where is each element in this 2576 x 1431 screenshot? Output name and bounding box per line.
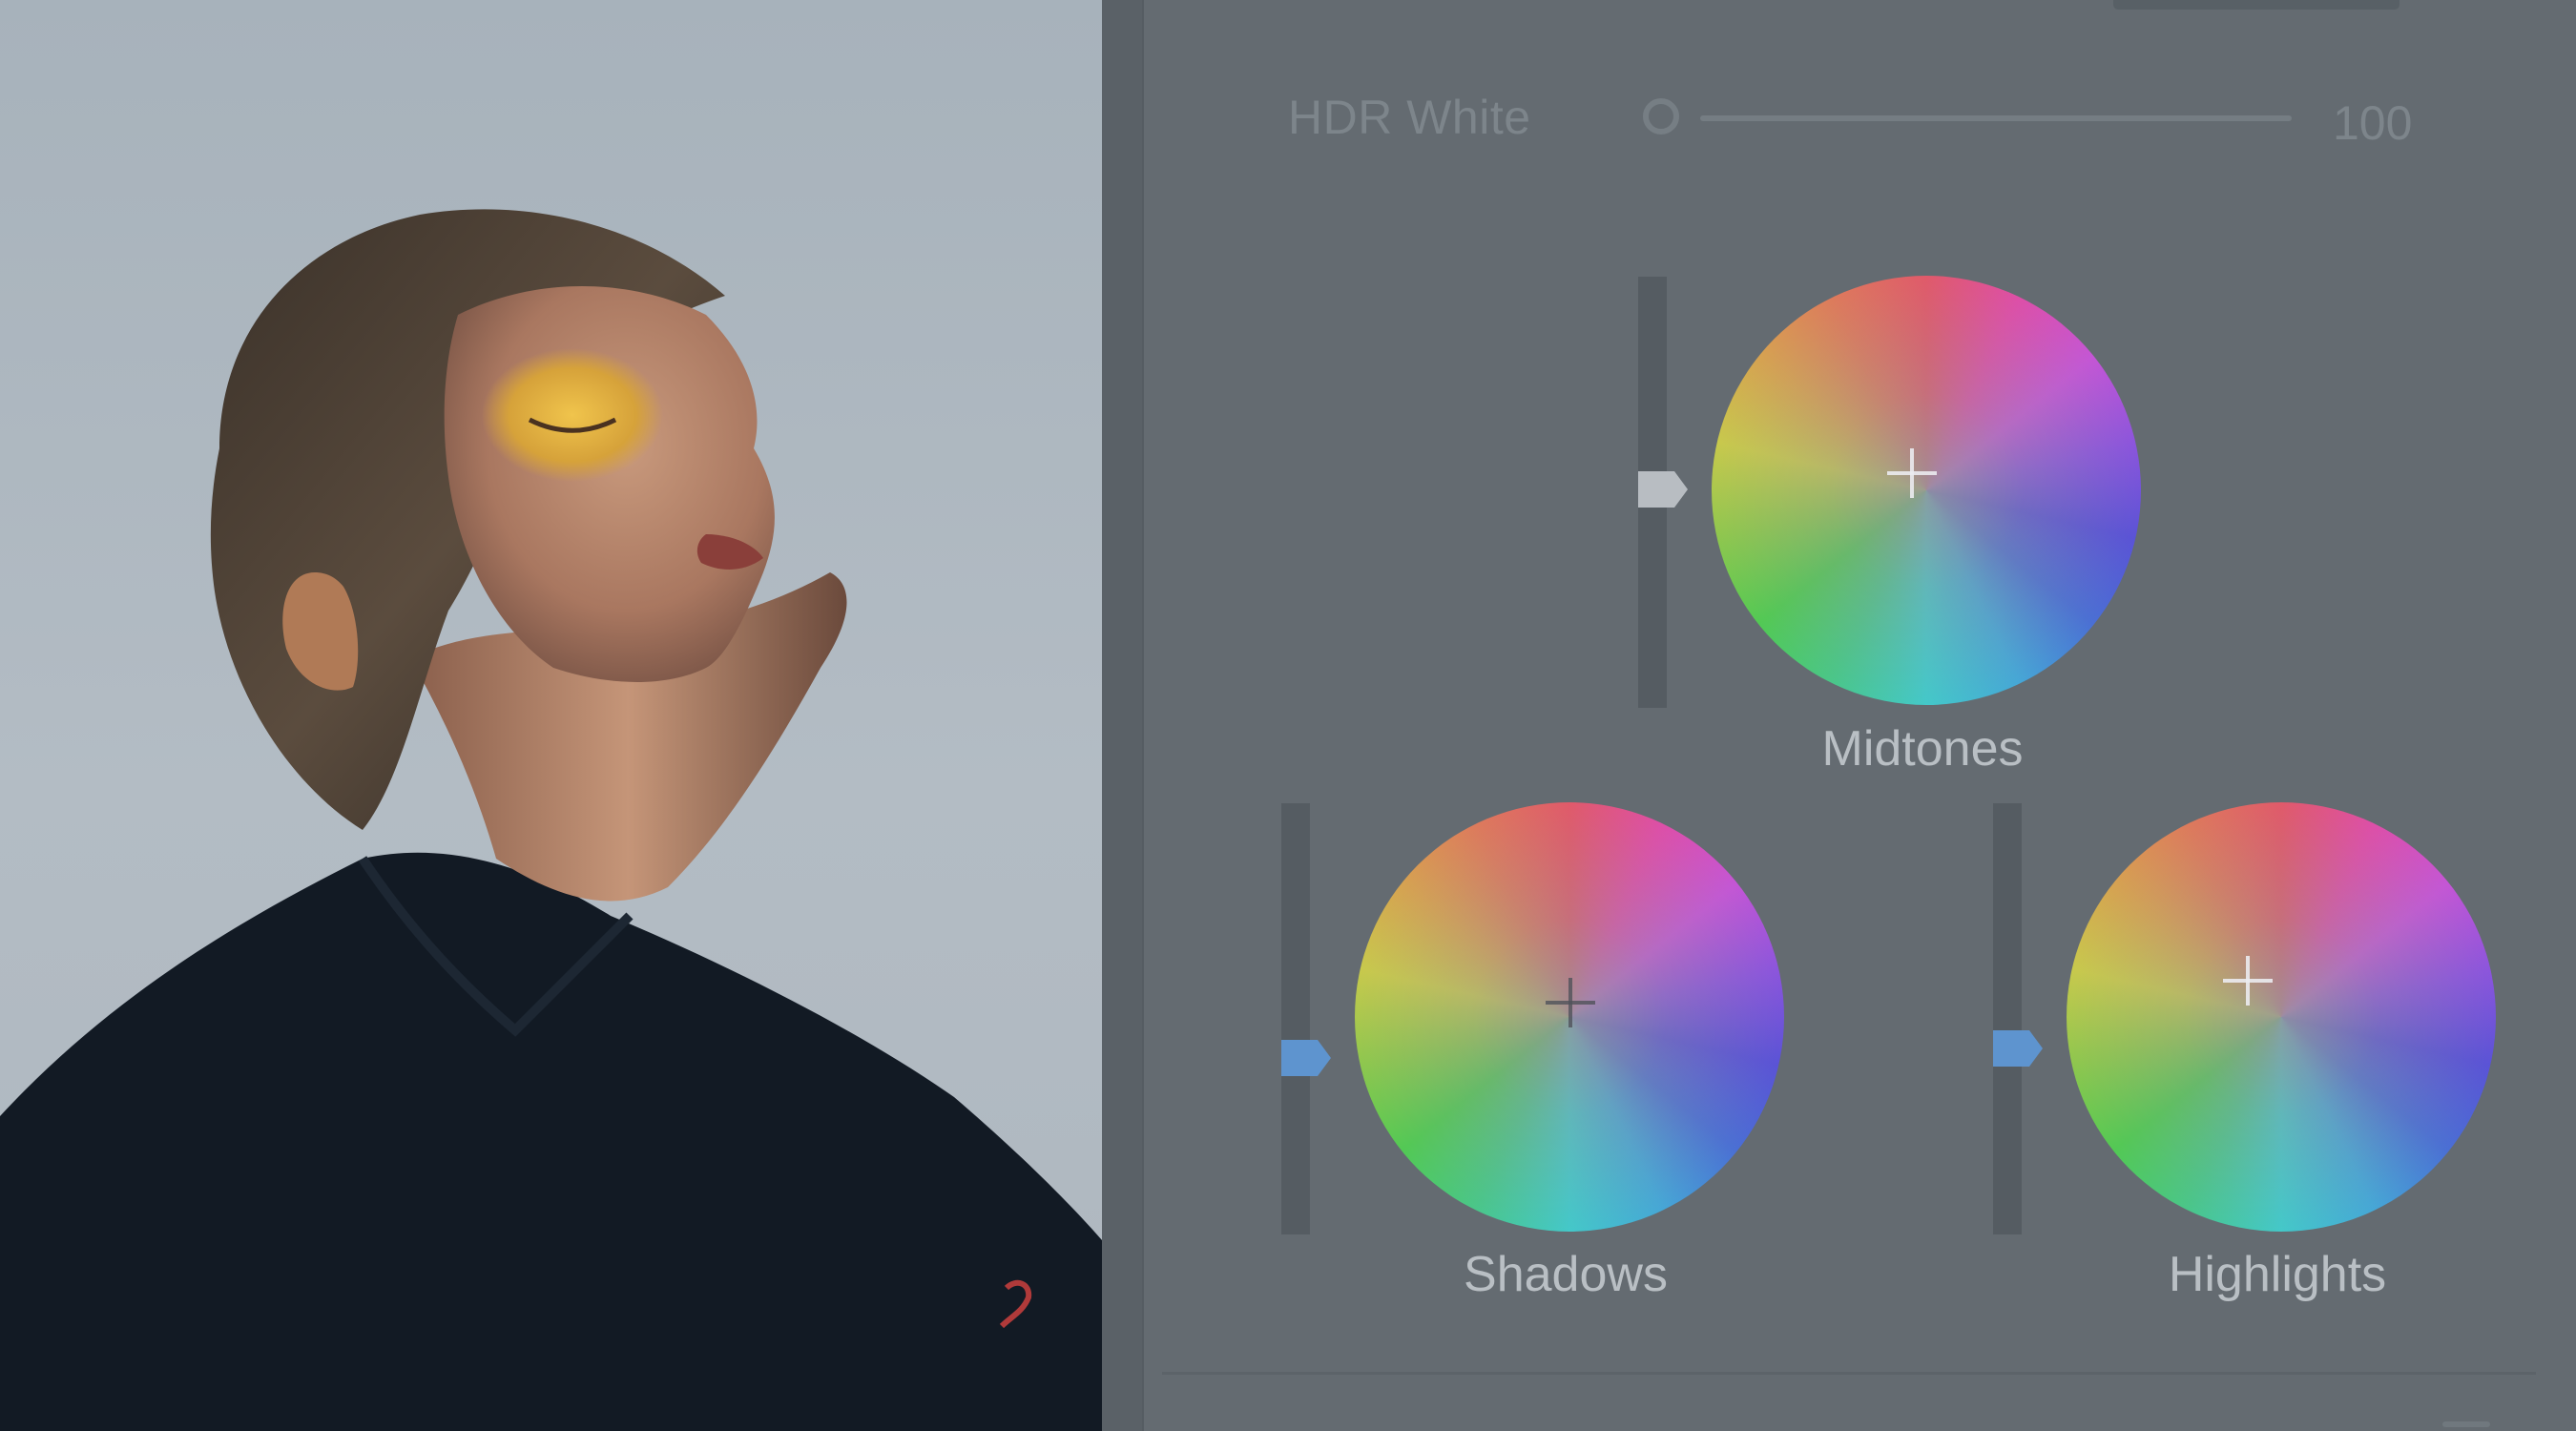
hdr-white-value[interactable]: 100 [2333,95,2412,151]
pane-gutter [1102,0,1142,1431]
highlights-label: Highlights [2168,1247,2387,1302]
panel-scroll-hint [2113,0,2399,10]
shadows-wheel-handle[interactable] [1546,978,1595,1027]
highlights-wheel-handle[interactable] [2223,956,2273,1006]
color-grading-panel [1144,0,2576,1431]
midtones-label: Midtones [1821,721,2024,777]
section-divider [1162,1372,2536,1375]
midtones-luminance-thumb[interactable] [1638,471,1688,508]
shadows-luminance-thumb[interactable] [1281,1040,1331,1076]
portrait-image [0,209,1102,1431]
highlights-color-wheel[interactable] [2067,802,2496,1232]
highlights-luminance-slider[interactable] [1993,803,2022,1234]
panel-footer-control[interactable] [2442,1421,2490,1427]
photo-preview [0,0,1102,1431]
hdr-white-slider-track[interactable] [1700,115,2292,121]
hdr-white-label: HDR White [1288,91,1531,144]
midtones-wheel-handle[interactable] [1887,448,1937,498]
highlights-luminance-thumb[interactable] [1993,1030,2043,1067]
shadows-label: Shadows [1464,1247,1668,1302]
shadows-luminance-slider[interactable] [1281,803,1310,1234]
hdr-white-slider-thumb[interactable] [1643,98,1679,135]
